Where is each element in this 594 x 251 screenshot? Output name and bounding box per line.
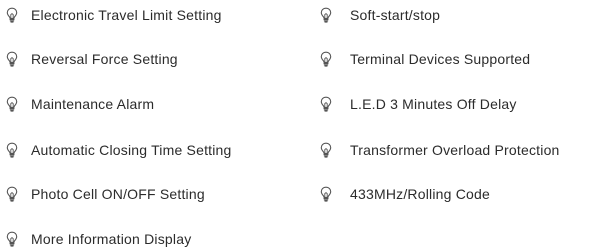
feature-item: More Information Display [6,227,191,251]
lightbulb-icon [6,96,18,112]
feature-item: L.E.D 3 Minutes Off Delay [320,92,517,116]
feature-label: L.E.D 3 Minutes Off Delay [350,96,517,112]
feature-label: Photo Cell ON/OFF Setting [31,186,205,202]
lightbulb-icon [320,186,332,202]
feature-item: Reversal Force Setting [6,47,178,71]
feature-item: Terminal Devices Supported [320,47,530,71]
lightbulb-icon [6,51,18,67]
lightbulb-icon [6,142,18,158]
feature-label: Maintenance Alarm [31,96,155,112]
feature-label: 433MHz/Rolling Code [350,186,490,202]
lightbulb-icon [6,186,18,202]
feature-item: Electronic Travel Limit Setting [6,3,222,27]
lightbulb-icon [6,7,18,23]
lightbulb-icon [320,142,332,158]
lightbulb-icon [320,51,332,67]
feature-item: Transformer Overload Protection [320,138,560,162]
feature-item: Maintenance Alarm [6,92,154,116]
feature-item: Photo Cell ON/OFF Setting [6,182,205,206]
feature-label: More Information Display [31,231,192,247]
feature-label: Terminal Devices Supported [350,51,531,67]
feature-list: Electronic Travel Limit Setting Reversal… [0,0,594,250]
lightbulb-icon [320,7,332,23]
lightbulb-icon [320,96,332,112]
lightbulb-icon [6,231,18,247]
feature-label: Soft-start/stop [350,7,441,23]
feature-label: Reversal Force Setting [31,51,178,67]
feature-item: Automatic Closing Time Setting [6,138,232,162]
feature-label: Electronic Travel Limit Setting [31,7,222,23]
feature-label: Transformer Overload Protection [350,142,560,158]
feature-label: Automatic Closing Time Setting [31,142,232,158]
feature-item: 433MHz/Rolling Code [320,182,490,206]
feature-item: Soft-start/stop [320,3,440,27]
